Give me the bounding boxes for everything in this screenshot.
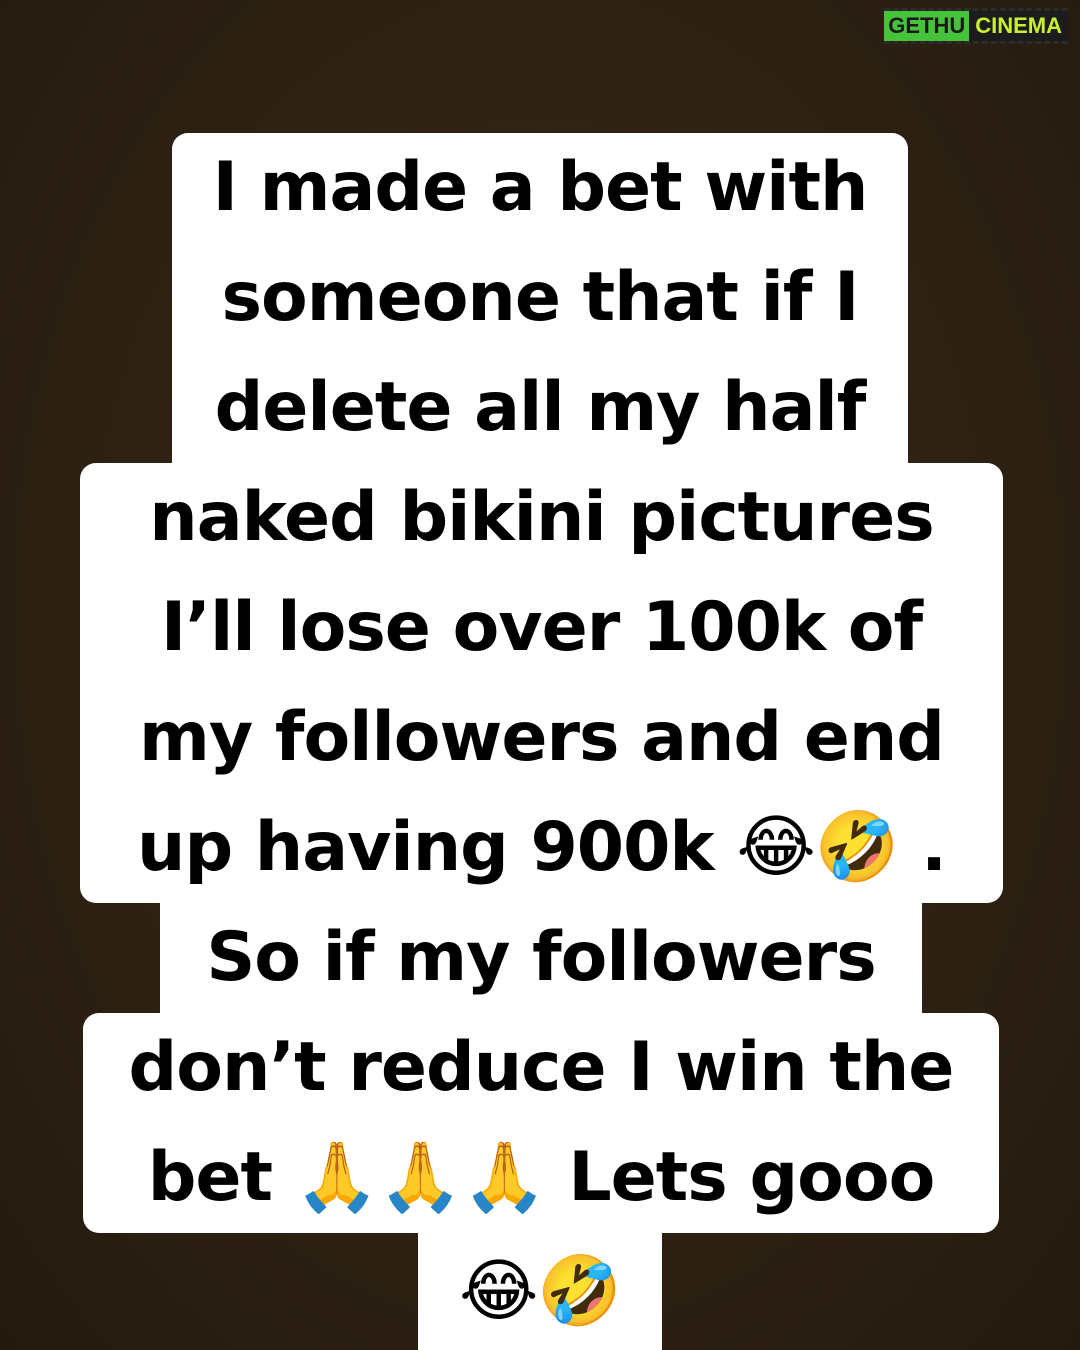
caption-line-2: someone that if I xyxy=(172,243,908,353)
caption-line-11: 😂🤣 xyxy=(418,1233,662,1350)
caption-line-10: bet 🙏🙏🙏 Lets gooo xyxy=(83,1123,999,1233)
watermark-logo: GETHU CINEMA xyxy=(884,8,1068,44)
caption-line-9: don’t reduce I win the xyxy=(83,1013,999,1123)
caption-line-4: naked bikini pictures xyxy=(80,463,1003,573)
caption-line-8: So if my followers xyxy=(160,903,922,1013)
caption-line-5: I’ll lose over 100k of xyxy=(80,573,1003,683)
caption-line-3: delete all my half xyxy=(172,353,908,463)
caption-line-1: I made a bet with xyxy=(172,133,908,243)
watermark-text-part2: CINEMA xyxy=(969,11,1068,41)
caption-line-6: my followers and end xyxy=(80,683,1003,793)
caption-line-7: up having 900k 😂🤣 . xyxy=(80,793,1003,903)
watermark-text-part1: GETHU xyxy=(884,11,970,41)
